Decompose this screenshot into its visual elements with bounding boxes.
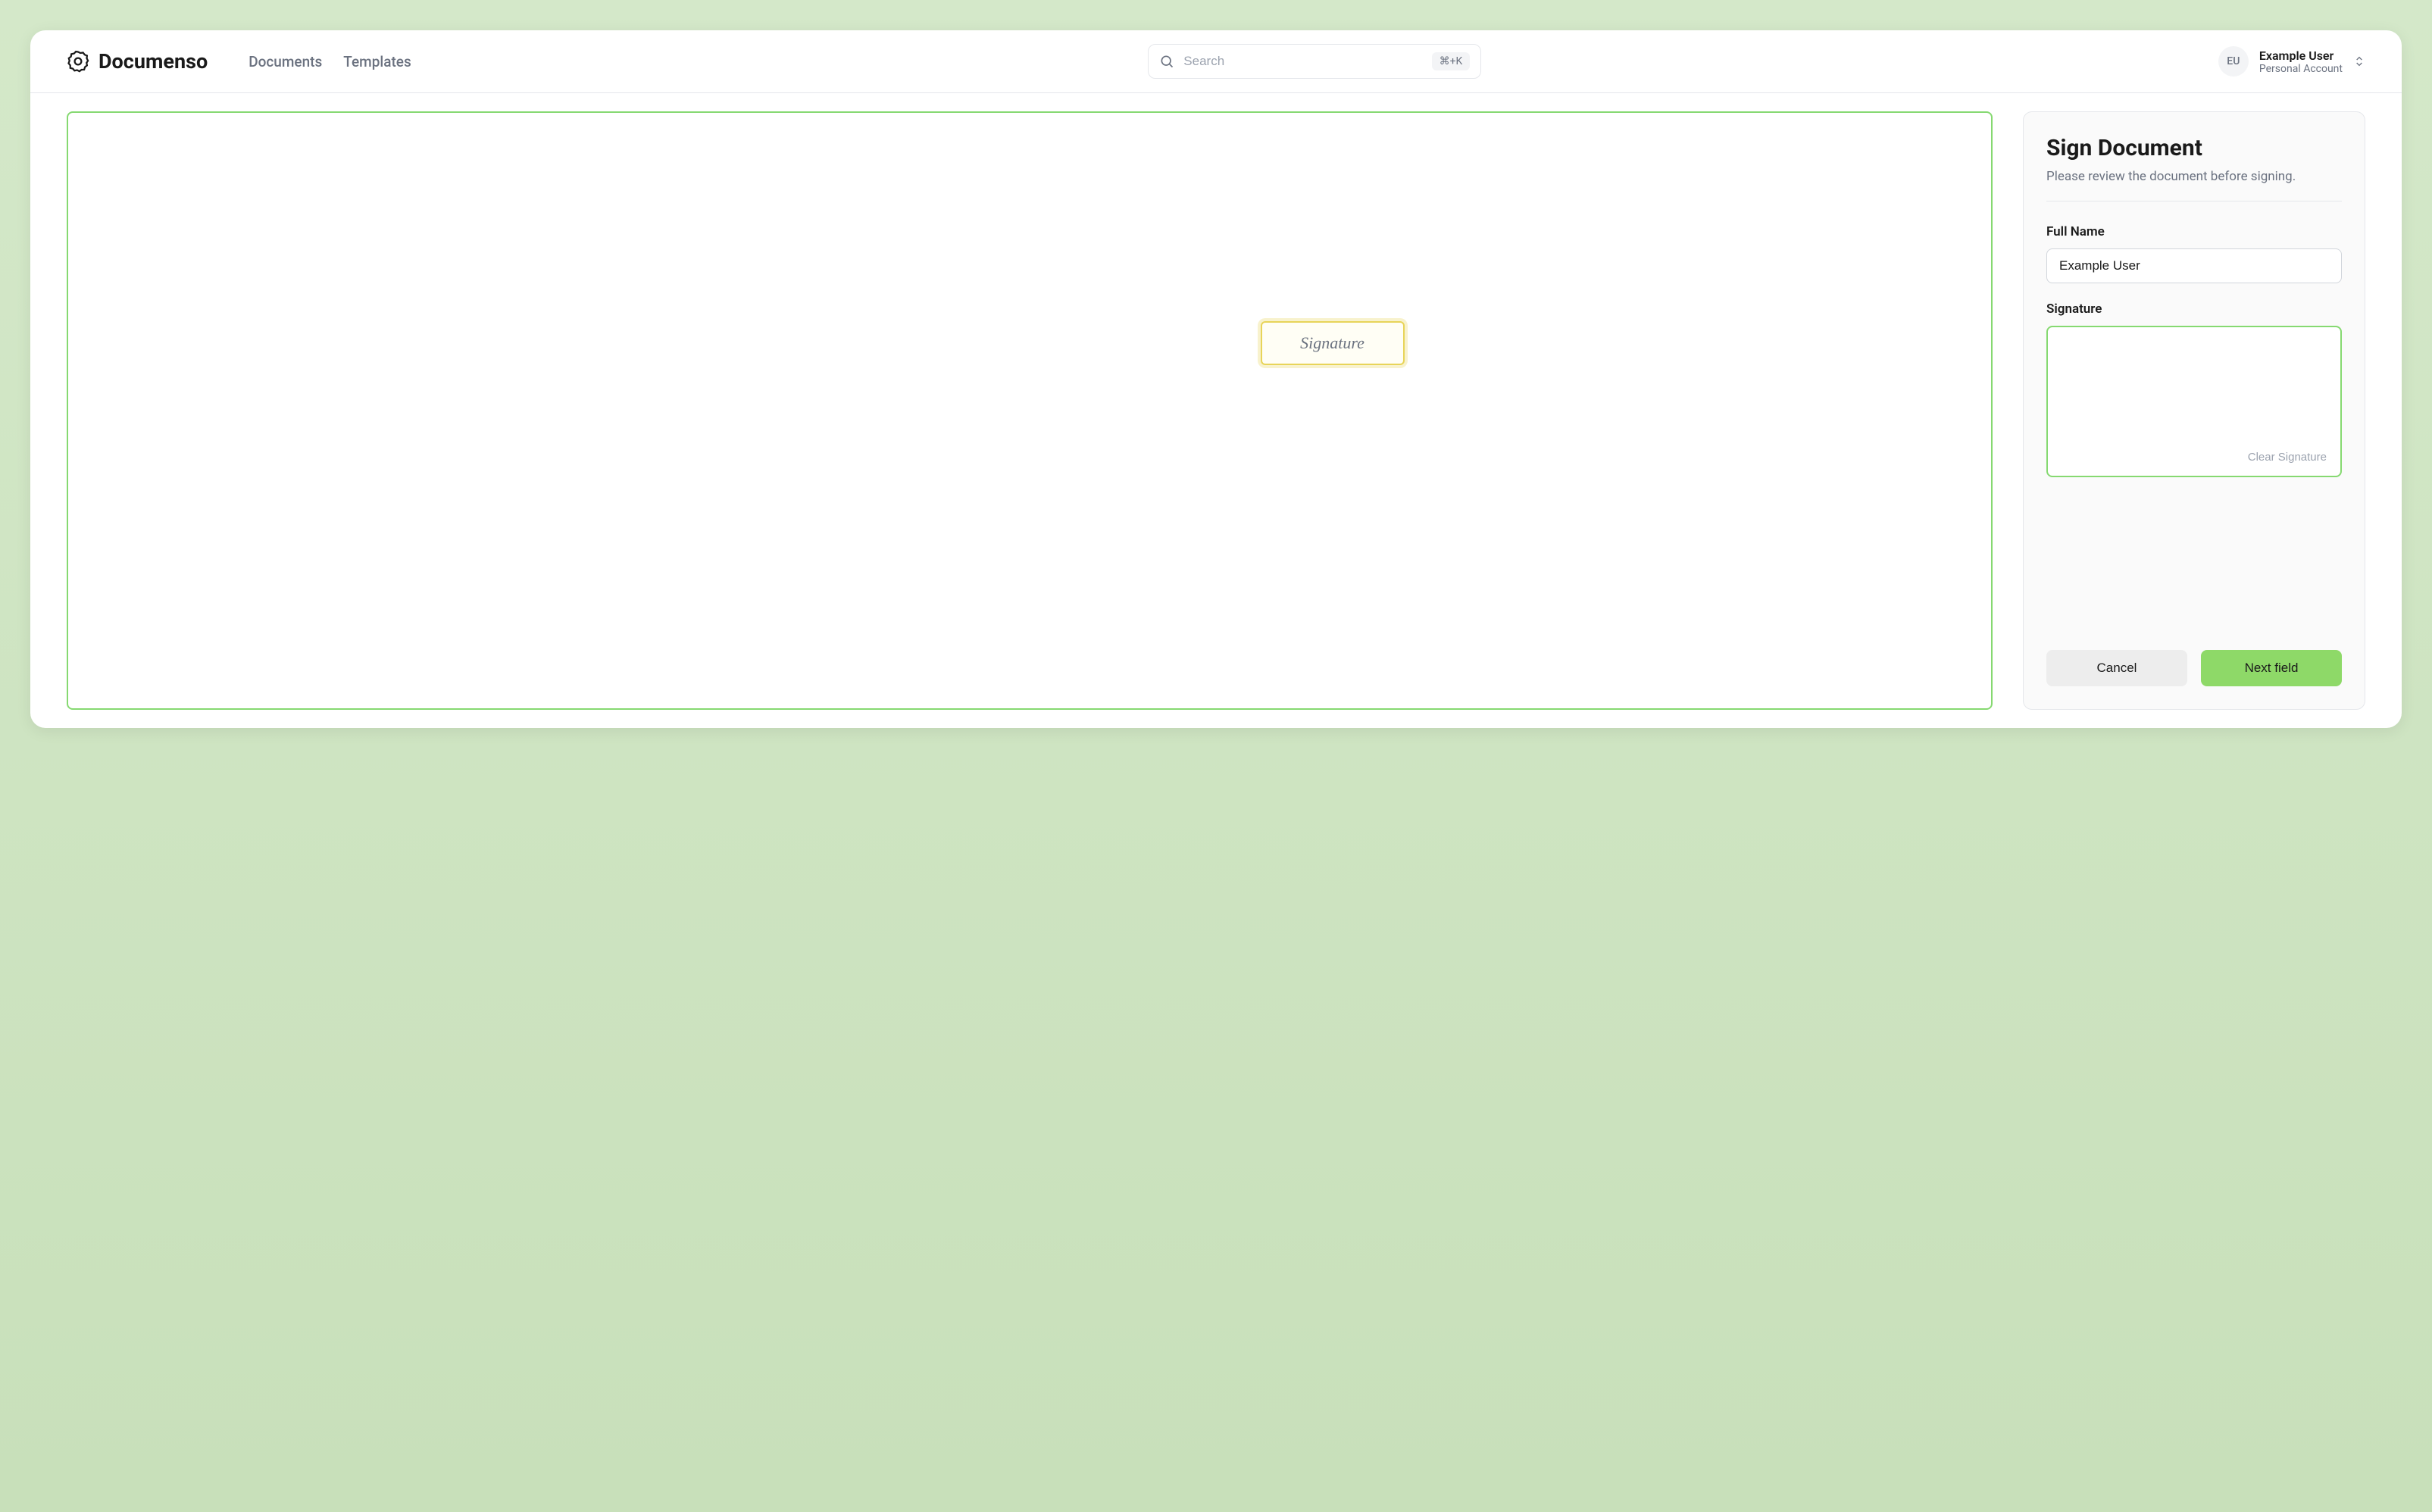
- search-input[interactable]: [1183, 54, 1422, 69]
- search-box[interactable]: ⌘+K: [1148, 44, 1481, 79]
- signature-label: Signature: [2046, 301, 2342, 317]
- brand[interactable]: Documenso: [67, 49, 208, 73]
- cancel-button[interactable]: Cancel: [2046, 650, 2187, 686]
- app-container: Documenso Documents Templates ⌘+K EU Exa…: [30, 30, 2402, 728]
- document-viewer[interactable]: Signature: [67, 111, 1993, 710]
- chevron-updown-icon: [2353, 55, 2365, 67]
- signature-field[interactable]: Signature: [1261, 321, 1405, 365]
- nav-templates[interactable]: Templates: [343, 53, 411, 70]
- search-icon: [1159, 54, 1174, 69]
- user-info: Example User Personal Account: [2259, 48, 2343, 75]
- main: Signature Sign Document Please review th…: [30, 93, 2402, 728]
- brand-icon: [67, 50, 89, 73]
- full-name-group: Full Name: [2046, 224, 2342, 283]
- brand-name: Documenso: [98, 49, 208, 73]
- user-account: Personal Account: [2259, 63, 2343, 75]
- full-name-input[interactable]: [2046, 248, 2342, 283]
- signature-pad[interactable]: Clear Signature: [2046, 326, 2342, 477]
- clear-signature-button[interactable]: Clear Signature: [2248, 451, 2327, 464]
- sidebar-title: Sign Document: [2046, 135, 2342, 161]
- full-name-label: Full Name: [2046, 224, 2342, 239]
- sign-sidebar: Sign Document Please review the document…: [2023, 111, 2365, 710]
- sidebar-actions: Cancel Next field: [2046, 650, 2342, 686]
- nav: Documents Templates: [249, 53, 411, 70]
- signature-field-label: Signature: [1300, 333, 1364, 353]
- search-container: ⌘+K: [434, 44, 2196, 79]
- signature-group: Signature Clear Signature: [2046, 301, 2342, 477]
- user-name: Example User: [2259, 48, 2343, 63]
- avatar: EU: [2218, 46, 2249, 77]
- user-menu[interactable]: EU Example User Personal Account: [2218, 46, 2365, 77]
- sidebar-subtitle: Please review the document before signin…: [2046, 169, 2342, 184]
- header: Documenso Documents Templates ⌘+K EU Exa…: [30, 30, 2402, 93]
- nav-documents[interactable]: Documents: [249, 53, 322, 70]
- next-field-button[interactable]: Next field: [2201, 650, 2342, 686]
- search-shortcut: ⌘+K: [1432, 52, 1471, 70]
